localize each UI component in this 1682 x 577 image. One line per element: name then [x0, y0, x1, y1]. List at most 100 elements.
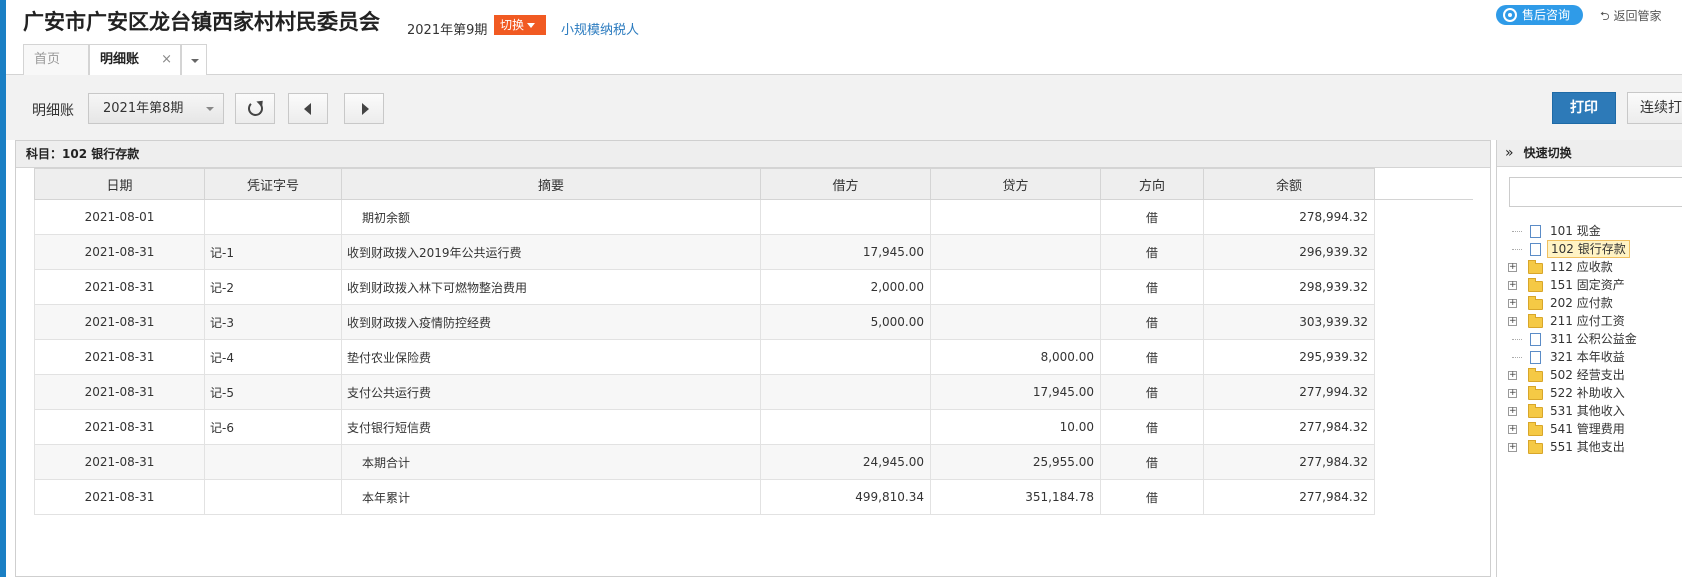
period-select[interactable]: 2021年第8期 [88, 93, 224, 124]
cell-credit [930, 199, 1101, 235]
cell-voucher: 记-4 [204, 339, 342, 375]
table-row[interactable]: 2021-08-31 记-3 收到财政拨入疫情防控经费 5,000.00 借 303,93… [34, 304, 1473, 340]
cell-direction: 借 [1100, 234, 1204, 270]
next-period-button[interactable] [344, 93, 384, 124]
tree-item-label[interactable]: 541 管理费用 [1547, 420, 1628, 438]
support-button[interactable]: 售后咨询 [1496, 5, 1583, 25]
cell-credit: 25,955.00 [930, 444, 1101, 480]
cell-voucher: 记-6 [204, 409, 342, 445]
switch-period-button[interactable]: 切换 [494, 15, 546, 35]
cell-debit: 24,945.00 [760, 444, 931, 480]
cell-filler [1374, 479, 1473, 515]
tree-item-label[interactable]: 321 本年收益 [1547, 348, 1628, 366]
tree-item-label[interactable]: 211 应付工资 [1547, 312, 1628, 330]
column-header-date[interactable]: 日期 [34, 168, 205, 200]
cell-filler [1374, 199, 1473, 235]
folder-icon [1528, 386, 1543, 400]
cell-voucher [204, 199, 342, 235]
cell-credit [930, 304, 1101, 340]
tree-item-label[interactable]: 102 银行存款 [1547, 240, 1630, 258]
refresh-icon [248, 101, 263, 116]
document-icon [1530, 333, 1541, 346]
cell-filler [1374, 444, 1473, 480]
quick-switch-search-input[interactable] [1509, 177, 1682, 207]
cell-credit: 351,184.78 [930, 479, 1101, 515]
table-row[interactable]: 2021-08-31 记-2 收到财政拨入林下可燃物整治费用 2,000.00 借 298… [34, 269, 1473, 305]
cell-direction: 借 [1100, 269, 1204, 305]
cell-filler [1374, 269, 1473, 305]
taxpayer-type-link[interactable]: 小规模纳税人 [561, 19, 639, 38]
folder-icon [1528, 422, 1543, 436]
continuous-print-button[interactable]: 连续打印 [1627, 92, 1682, 124]
cell-balance: 277,984.32 [1203, 444, 1375, 480]
tab-home[interactable]: 首页 [23, 44, 89, 75]
tree-item-label[interactable]: 522 补助收入 [1547, 384, 1628, 402]
tree-item-label[interactable]: 202 应付款 [1547, 294, 1616, 312]
column-header-summary[interactable]: 摘要 [341, 168, 761, 200]
close-icon[interactable]: × [161, 45, 172, 75]
ledger-table: 日期 凭证字号 摘要 借方 贷方 方向 余额 2021-08-01 期初余额借 27… [34, 168, 1473, 515]
column-header-filler [1374, 168, 1473, 200]
table-row[interactable]: 2021-08-31 本年累计 499,810.34 351,184.78 借 277,9… [34, 479, 1473, 515]
toolbar: 明细账 2021年第8期 打印 连续打印 [6, 75, 1682, 140]
quick-switch-header: » 快速切换 [1497, 140, 1682, 167]
folder-icon [1528, 260, 1543, 274]
expand-plus-icon[interactable]: + [1508, 425, 1517, 434]
previous-period-button[interactable] [288, 93, 328, 124]
cell-date: 2021-08-31 [34, 304, 205, 340]
cell-filler [1374, 339, 1473, 375]
subject-title: 科目：102 银行存款 [16, 141, 1490, 168]
tab-more-dropdown[interactable] [181, 44, 207, 75]
cell-balance: 277,984.32 [1203, 479, 1375, 515]
tree-item-label[interactable]: 502 经营支出 [1547, 366, 1628, 384]
tree-item-label[interactable]: 311 公积公益金 [1547, 330, 1640, 348]
tree-item-label[interactable]: 101 现金 [1547, 222, 1604, 240]
expand-plus-icon[interactable]: + [1508, 317, 1517, 326]
expand-plus-icon[interactable]: + [1508, 443, 1517, 452]
tree-item-label[interactable]: 112 应收款 [1547, 258, 1616, 276]
expand-plus-icon[interactable]: + [1508, 389, 1517, 398]
expand-plus-icon[interactable]: + [1508, 299, 1517, 308]
table-row[interactable]: 2021-08-31 记-5 支付公共运行费 17,945.00 借 277,994.32 [34, 374, 1473, 410]
column-header-credit[interactable]: 贷方 [930, 168, 1101, 200]
table-row[interactable]: 2021-08-01 期初余额 借 278,994.32 [34, 199, 1473, 235]
table-row[interactable]: 2021-08-31 记-4 垫付农业保险费 8,000.00 借 295,939.32 [34, 339, 1473, 375]
cell-debit: 2,000.00 [760, 269, 931, 305]
cell-summary: 收到财政拨入2019年公共运行费 [341, 234, 761, 270]
expand-plus-icon[interactable]: + [1508, 371, 1517, 380]
tree-item-label[interactable]: 151 固定资产 [1547, 276, 1628, 294]
tab-detail-ledger[interactable]: 明细账 × [89, 44, 181, 76]
cell-direction: 借 [1100, 479, 1204, 515]
tree-item-label[interactable]: 551 其他支出 [1547, 438, 1628, 456]
tree-item-label[interactable]: 531 其他收入 [1547, 402, 1628, 420]
print-button[interactable]: 打印 [1552, 92, 1616, 124]
cell-filler [1374, 304, 1473, 340]
table-row[interactable]: 2021-08-31 记-1 收到财政拨入2019年公共运行费 17,945.00 借 2… [34, 234, 1473, 270]
expand-plus-icon[interactable]: + [1508, 281, 1517, 290]
chevron-down-icon [191, 59, 199, 63]
cell-credit [930, 234, 1101, 270]
back-button[interactable]: ⮌ 返回管家 [1600, 7, 1661, 28]
tab-detail-label: 明细账 [100, 52, 140, 67]
table-row[interactable]: 2021-08-31 记-6 支付银行短信费 10.00 借 277,984.32 [34, 409, 1473, 445]
cell-direction: 借 [1100, 199, 1204, 235]
chevron-down-icon [527, 23, 536, 28]
document-icon [1530, 243, 1541, 256]
refresh-button[interactable] [235, 93, 275, 124]
cell-direction: 借 [1100, 444, 1204, 480]
cell-voucher [204, 444, 342, 480]
expand-plus-icon[interactable]: + [1508, 407, 1517, 416]
tab-home-label: 首页 [34, 52, 61, 67]
cell-summary: 支付公共运行费 [341, 374, 761, 410]
table-row[interactable]: 2021-08-31 本期合计 24,945.00 25,955.00 借 277,984… [34, 444, 1473, 480]
app-header: 广安市广安区龙台镇西家村村民委员会 2021年第9期 切换 小规模纳税人 售后咨… [6, 0, 1682, 76]
column-header-debit[interactable]: 借方 [760, 168, 931, 200]
column-header-direction[interactable]: 方向 [1100, 168, 1204, 200]
expand-plus-icon[interactable]: + [1508, 263, 1517, 272]
column-header-balance[interactable]: 余额 [1203, 168, 1375, 200]
column-header-voucher[interactable]: 凭证字号 [204, 168, 342, 200]
period-select-value: 2021年第8期 [103, 101, 184, 116]
collapse-toggle-icon[interactable]: » [1505, 145, 1514, 161]
folder-icon [1528, 278, 1543, 292]
cell-date: 2021-08-31 [34, 409, 205, 445]
